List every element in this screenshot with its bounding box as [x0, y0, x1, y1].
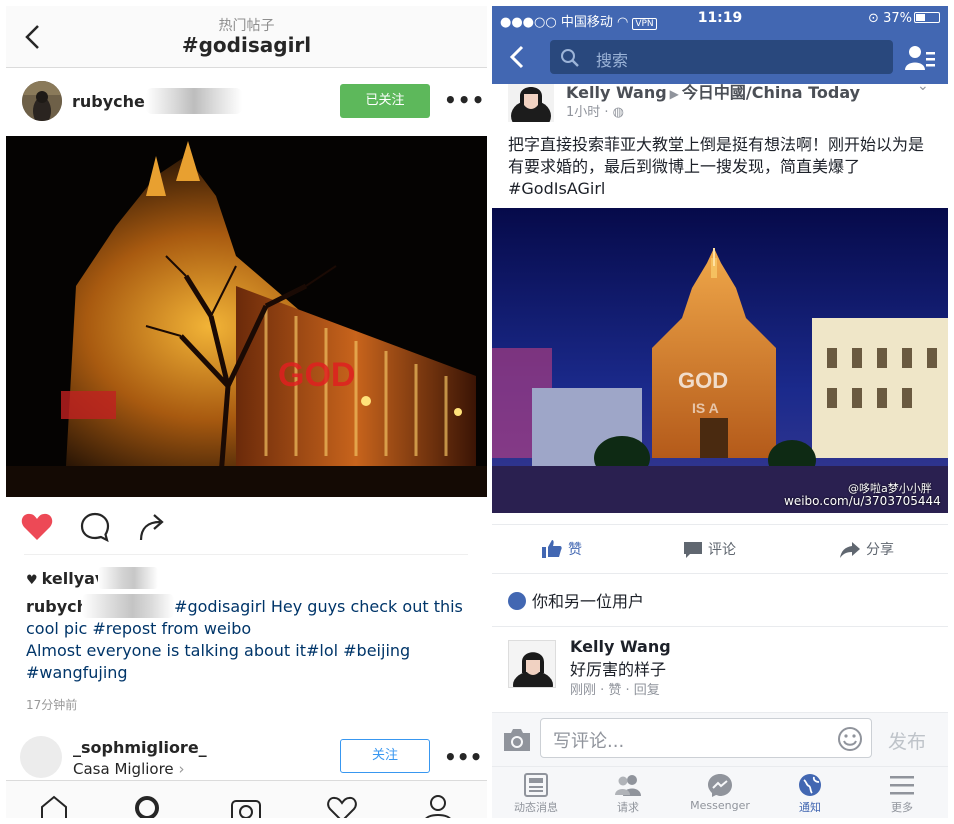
- heart-icon[interactable]: [326, 795, 358, 818]
- facebook-tab-bar: 动态消息 请求 Messenger 通知 更多: [492, 766, 948, 818]
- tab-news-feed[interactable]: 动态消息: [496, 773, 576, 815]
- like-reaction-icon: [508, 592, 526, 610]
- post-photo-cathedral-night[interactable]: GOD: [6, 136, 487, 497]
- author-name[interactable]: Kelly Wang: [566, 84, 667, 102]
- tab-more[interactable]: 更多: [862, 773, 942, 815]
- more-options-icon[interactable]: •••: [444, 745, 482, 769]
- tab-requests[interactable]: 请求: [588, 773, 668, 815]
- search-placeholder: 搜索: [596, 51, 629, 70]
- likers-summary[interactable]: 你和另一位用户: [508, 588, 644, 612]
- photo-watermark-url: weibo.com/u/3703705444: [784, 494, 941, 508]
- tab-notifications[interactable]: 通知: [770, 773, 850, 815]
- comment-bubble-icon: [684, 542, 702, 558]
- friend-requests-icon: [615, 775, 641, 796]
- comment-row: Kelly Wang 好厉害的样子 刚刚 · 赞 · 回复: [492, 636, 948, 702]
- home-icon[interactable]: [38, 795, 70, 818]
- commenter-avatar[interactable]: [508, 640, 556, 688]
- more-options-icon[interactable]: •••: [444, 88, 484, 112]
- rotation-lock-icon: ⊙: [868, 11, 879, 26]
- comment-meta[interactable]: 刚刚 · 赞 · 回复: [570, 679, 660, 698]
- author-avatar[interactable]: [508, 84, 554, 122]
- svg-text:GOD: GOD: [678, 368, 728, 393]
- facebook-nav-bar: 搜索: [492, 32, 948, 84]
- camera-icon[interactable]: [502, 727, 532, 753]
- divider: [24, 554, 468, 555]
- battery-icon: [914, 12, 940, 23]
- news-feed-icon: [524, 773, 548, 797]
- small-heart-icon: ♥: [26, 573, 38, 588]
- shared-to-arrow-icon: ▶: [669, 87, 679, 101]
- post-header: rubycher 已关注 •••: [6, 80, 487, 126]
- instagram-top-bar: 热门帖子 #godisagirl: [6, 6, 487, 68]
- thumbs-up-icon: [542, 540, 562, 558]
- share-button[interactable]: 分享: [840, 539, 894, 559]
- comment-input[interactable]: 写评论...: [540, 718, 872, 758]
- suggested-user-row: _sophmigliore_ Casa Migliore › 关注 •••: [6, 732, 487, 780]
- instagram-tab-bar: [6, 780, 487, 818]
- redacted-caption-blur: [82, 594, 174, 618]
- chevron-right-icon: ›: [178, 760, 185, 778]
- share-arrow-icon[interactable]: [136, 510, 170, 544]
- suggested-username[interactable]: _sophmigliore_: [73, 738, 207, 757]
- post-username[interactable]: rubycher: [72, 92, 153, 111]
- emoji-smiley-icon[interactable]: [837, 726, 863, 752]
- profile-icon[interactable]: [422, 795, 454, 818]
- svg-text:IS A: IS A: [692, 400, 719, 416]
- post-options-chevron-icon[interactable]: ⌄: [917, 84, 929, 94]
- comment-composer: 写评论... 发布: [492, 712, 948, 766]
- friends-list-icon[interactable]: [904, 44, 936, 72]
- post-comment-button[interactable]: 发布: [888, 727, 926, 754]
- hashtag-title: #godisagirl: [181, 33, 312, 57]
- redacted-username-blur: [146, 88, 242, 114]
- post-photo-sophia-cathedral[interactable]: GOD IS A: [492, 208, 948, 513]
- post-actions: [20, 510, 320, 546]
- likes-username[interactable]: kellyav: [42, 569, 106, 588]
- search-icon[interactable]: [132, 795, 164, 818]
- like-button[interactable]: 赞: [542, 539, 582, 559]
- following-button[interactable]: 已关注: [340, 84, 430, 118]
- battery-percent: 37%: [883, 11, 912, 26]
- camera-icon[interactable]: [230, 795, 262, 818]
- post-meta: 1小时 · ◍: [566, 105, 625, 120]
- share-arrow-icon: [840, 542, 860, 558]
- divider: [492, 626, 948, 627]
- comment-placeholder: 写评论...: [553, 731, 625, 752]
- post-header: Kelly Wang ▶ 今日中國/China Today 1小时 · ◍ ⌄: [492, 84, 948, 124]
- notifications-globe-icon: [799, 774, 821, 796]
- suggested-user-subtitle[interactable]: Casa Migliore ›: [73, 760, 184, 778]
- top-bar-subtitle: 热门帖子: [218, 18, 275, 34]
- heart-filled-icon[interactable]: [20, 510, 54, 544]
- commenter-name[interactable]: Kelly Wang: [570, 637, 671, 656]
- instagram-panel: 热门帖子 #godisagirl rubycher 已关注 ••• GOD ♥ …: [6, 6, 487, 818]
- back-chevron-icon[interactable]: [506, 42, 528, 72]
- follow-button[interactable]: 关注: [340, 739, 430, 773]
- avatar[interactable]: [22, 81, 62, 121]
- suggested-user-avatar[interactable]: [20, 736, 62, 778]
- caption-username[interactable]: rubych: [26, 597, 88, 616]
- comment-button[interactable]: 评论: [684, 539, 736, 559]
- status-bar: ●●●○○ 中国移动 ◠ VPN 11:19 ⊙ 37%: [492, 6, 948, 32]
- search-icon: [561, 49, 579, 67]
- page-name[interactable]: 今日中國/China Today: [682, 84, 860, 102]
- post-timestamp: 17分钟前: [26, 698, 78, 712]
- likes-line[interactable]: ♥ kellyav: [26, 569, 105, 588]
- svg-text:GOD: GOD: [278, 356, 355, 394]
- comment-text: 好厉害的样子: [570, 660, 667, 679]
- globe-icon: ◍: [612, 105, 625, 120]
- facebook-panel: ●●●○○ 中国移动 ◠ VPN 11:19 ⊙ 37% 搜索 Kelly Wan…: [492, 6, 948, 818]
- messenger-icon: [708, 774, 732, 797]
- tab-messenger[interactable]: Messenger: [680, 773, 760, 812]
- search-input[interactable]: 搜索: [550, 40, 893, 74]
- comment-icon[interactable]: [78, 510, 112, 544]
- post-action-bar: 赞 评论 分享: [492, 524, 948, 574]
- menu-icon: [890, 776, 914, 795]
- post-text: 把字直接投索菲亚大教堂上倒是挺有想法啊！刚开始以为是有要求婚的，最后到微博上一搜…: [508, 135, 925, 198]
- caption-text-line2: Almost everyone is talking about it#lol …: [26, 641, 411, 682]
- redacted-likes-blur: [98, 567, 158, 589]
